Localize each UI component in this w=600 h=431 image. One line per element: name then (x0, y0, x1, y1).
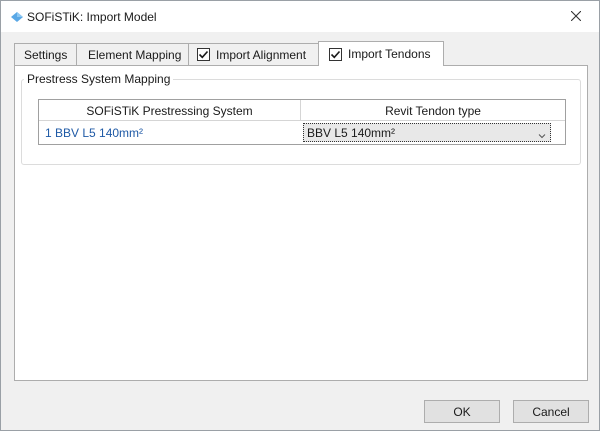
tendon-type-value: BBV L5 140mm² (307, 125, 396, 140)
ok-button[interactable]: OK (424, 400, 500, 423)
tab-label: Import Tendons (348, 47, 431, 61)
tab-label: Element Mapping (88, 47, 182, 62)
cancel-button[interactable]: Cancel (513, 400, 589, 423)
checkmark-icon (330, 50, 341, 58)
sofistik-diamond-icon (11, 11, 23, 22)
mapping-grid: SOFiSTiK Prestressing System Revit Tendo… (38, 99, 566, 145)
import-tendons-checkbox[interactable] (329, 47, 342, 61)
tab-panel-import-tendons: Prestress System Mapping SOFiSTiK Prestr… (14, 65, 588, 381)
prestressing-system-cell[interactable]: 1 BBV L5 140mm² (39, 122, 301, 144)
window-title: SOFiSTiK: Import Model (27, 10, 157, 24)
group-legend: Prestress System Mapping (24, 72, 174, 86)
table-row: 1 BBV L5 140mm² BBV L5 140mm² (39, 122, 565, 144)
tab-label: Settings (24, 47, 68, 62)
tab-import-tendons[interactable]: Import Tendons (318, 41, 444, 66)
dialog-content: Settings Element Mapping Import Alignmen… (1, 32, 599, 430)
column-header-prestressing-system[interactable]: SOFiSTiK Prestressing System (39, 100, 301, 121)
close-icon (570, 10, 582, 24)
tab-import-alignment[interactable]: Import Alignment (188, 43, 319, 65)
grid-header: SOFiSTiK Prestressing System Revit Tendo… (39, 100, 565, 121)
title-bar: SOFiSTiK: Import Model (1, 1, 599, 32)
close-button[interactable] (553, 1, 599, 32)
tendon-type-dropdown[interactable]: BBV L5 140mm² (303, 123, 551, 142)
chevron-down-icon (538, 129, 546, 139)
import-model-dialog: SOFiSTiK: Import Model Settings Element … (0, 0, 600, 431)
prestress-system-mapping-group: Prestress System Mapping SOFiSTiK Prestr… (21, 72, 581, 165)
tab-element-mapping[interactable]: Element Mapping (76, 43, 189, 65)
column-header-tendon-type[interactable]: Revit Tendon type (301, 100, 565, 121)
checkmark-icon (198, 50, 209, 59)
tab-settings[interactable]: Settings (14, 43, 77, 65)
import-alignment-checkbox[interactable] (197, 48, 210, 61)
tab-label: Import Alignment (216, 47, 307, 62)
